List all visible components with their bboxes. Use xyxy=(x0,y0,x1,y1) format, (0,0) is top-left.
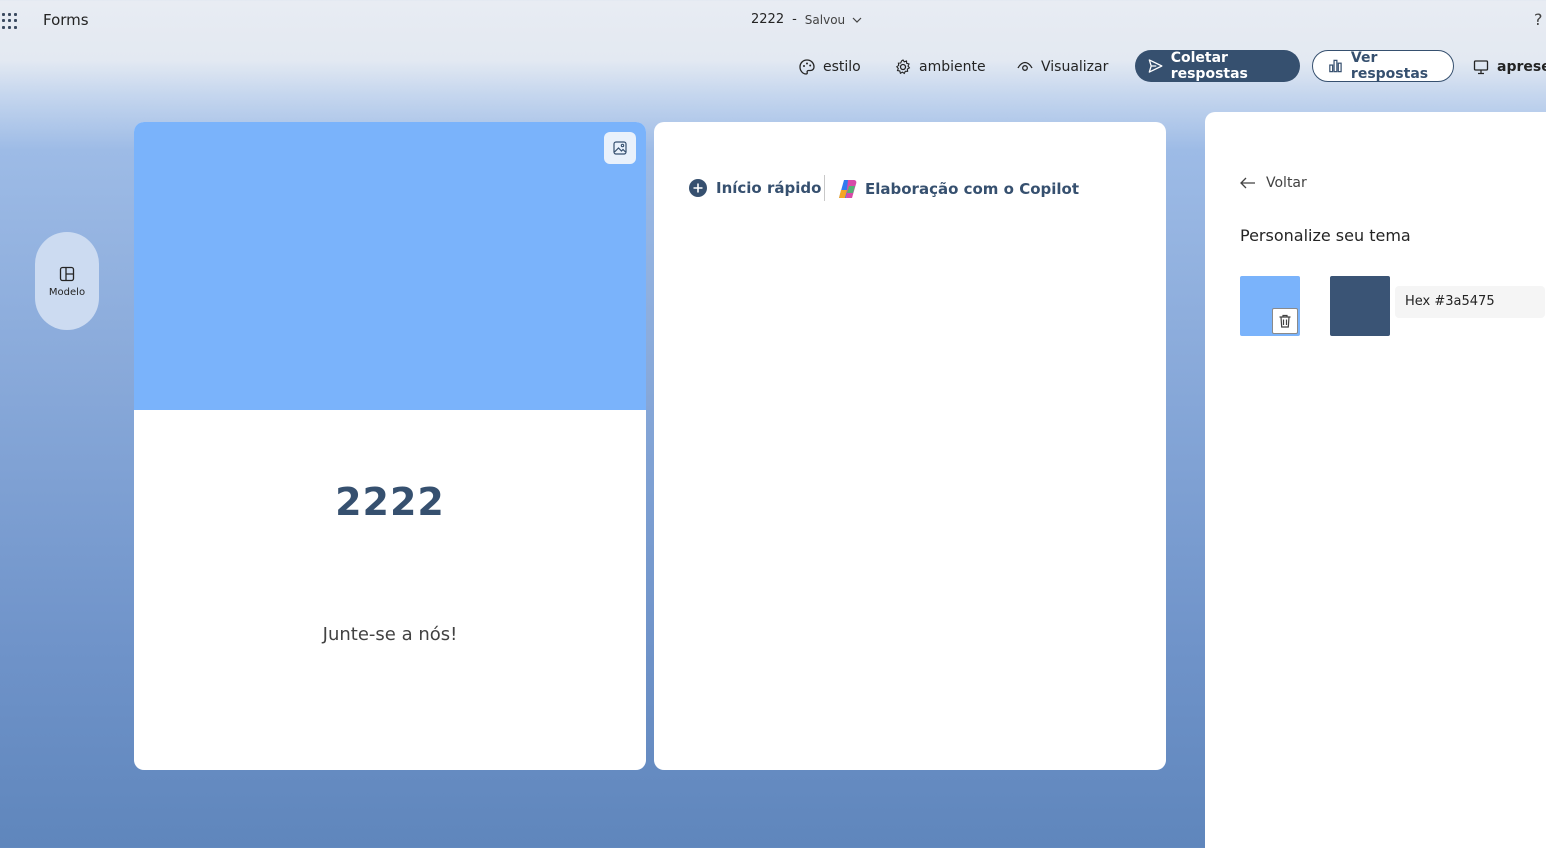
bar-chart-icon xyxy=(1329,59,1342,73)
quick-start-label: Início rápido xyxy=(716,179,822,197)
toolbar: estilo ambiente Visualizar Coletar respo… xyxy=(0,50,1546,83)
chevron-down-icon xyxy=(852,17,862,23)
quick-start-button[interactable]: Início rápido xyxy=(688,178,821,198)
app-name[interactable]: Forms xyxy=(43,11,89,29)
change-image-button[interactable] xyxy=(604,132,636,164)
app-launcher-icon[interactable] xyxy=(2,13,18,29)
copilot-label: Elaboração com o Copilot xyxy=(865,180,1079,198)
form-subtitle[interactable]: Junte-se a nós! xyxy=(134,624,646,645)
template-button[interactable]: Modelo xyxy=(35,232,99,330)
collect-responses-button[interactable]: Coletar respostas xyxy=(1135,50,1300,82)
color-swatch-dark[interactable] xyxy=(1330,276,1390,336)
document-title-menu[interactable]: 2222 - Salvou xyxy=(751,12,863,27)
save-status: Salvou xyxy=(804,12,846,27)
style-button[interactable]: estilo xyxy=(798,50,861,83)
title-separator: - xyxy=(792,12,797,27)
collect-responses-label: Coletar respostas xyxy=(1170,50,1248,82)
form-cover-card: 2222 Junte-se a nós! xyxy=(134,122,646,770)
present-label: apresentar xyxy=(1497,58,1546,75)
plus-circle-icon xyxy=(689,179,707,197)
form-title[interactable]: 2222 xyxy=(134,480,646,524)
eye-icon xyxy=(1017,61,1033,71)
copilot-icon xyxy=(839,180,857,198)
layout-icon xyxy=(59,266,75,281)
color-swatch-light[interactable] xyxy=(1240,276,1300,336)
hex-color-input[interactable]: Hex #3a5475 xyxy=(1395,286,1545,318)
send-icon xyxy=(1148,59,1163,73)
help-icon[interactable]: ? xyxy=(1534,10,1543,29)
form-content-card: Início rápido Elaboração com o Copilot xyxy=(654,122,1166,770)
template-label: Modelo xyxy=(48,286,86,298)
image-icon xyxy=(613,141,627,155)
top-bar: Forms 2222 - Salvou ? xyxy=(0,0,1546,40)
theme-panel-title: Personalize seu tema xyxy=(1240,226,1411,245)
document-title: 2222 xyxy=(751,12,785,27)
action-divider xyxy=(824,175,825,201)
arrow-left-icon xyxy=(1240,177,1255,189)
theme-panel: Voltar Personalize seu tema Hex #3a5475 xyxy=(1205,112,1546,848)
settings-label: ambiente xyxy=(919,58,986,75)
presentation-icon xyxy=(1473,59,1489,74)
view-responses-label: Ver respostas xyxy=(1350,50,1429,82)
back-label: Voltar xyxy=(1266,175,1307,191)
preview-button[interactable]: Visualizar xyxy=(1016,50,1108,83)
preview-label: Visualizar xyxy=(1041,58,1109,75)
back-button[interactable]: Voltar xyxy=(1239,175,1307,191)
trash-icon xyxy=(1279,314,1291,328)
palette-icon xyxy=(799,58,815,75)
style-label: estilo xyxy=(823,58,861,75)
cover-image xyxy=(134,122,646,410)
present-button[interactable]: apresentar xyxy=(1472,50,1546,83)
view-responses-button[interactable]: Ver respostas xyxy=(1312,50,1454,82)
gear-icon xyxy=(895,58,911,74)
settings-button[interactable]: ambiente xyxy=(894,50,986,83)
delete-color-button[interactable] xyxy=(1272,308,1298,334)
copilot-draft-button[interactable]: Elaboração com o Copilot xyxy=(836,178,1079,200)
